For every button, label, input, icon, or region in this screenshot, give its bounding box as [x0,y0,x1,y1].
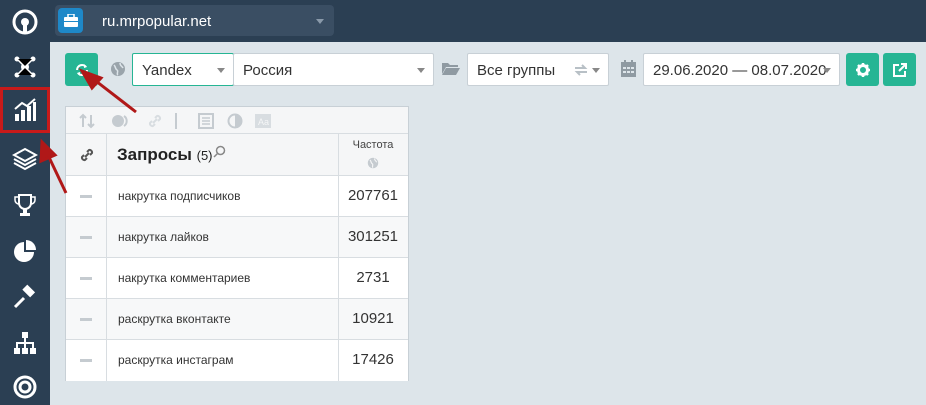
toolbar-divider [175,113,177,129]
chevron-down-icon [217,68,225,73]
calendar-icon [621,60,636,77]
chevron-down-icon [316,19,324,24]
query-text: накрутка лайков [118,230,209,244]
queries-count: (5) [196,148,213,163]
table-row: раскрутка инстаграм 17426 [66,340,408,381]
folder-icon [442,63,460,75]
link-icon[interactable] [147,113,163,129]
region-value: Россия [243,62,293,79]
minus-icon[interactable] [80,277,92,280]
query-text: раскрутка вконтакте [118,312,231,326]
row-link-cell [66,217,107,258]
network-icon[interactable] [0,44,50,90]
toggle-icon[interactable] [111,113,131,129]
project-selector[interactable]: ru.mrpopular.net [55,5,334,36]
queries-table: Aa Запросы (5) Частота накрутка подписчи… [65,106,409,381]
row-link-cell [66,258,107,299]
settings-button[interactable] [846,53,879,86]
row-link-cell [66,299,107,340]
minus-icon[interactable] [80,318,92,321]
chevron-down-icon [592,68,600,73]
swap-icon [574,64,588,76]
table-row: накрутка подписчиков 207761 [66,176,408,217]
table-toolbar: Aa [66,107,408,134]
layers-icon[interactable] [0,136,50,182]
export-button[interactable] [883,53,916,86]
frequency-value: 17426 [352,351,394,368]
table-body: накрутка подписчиков 207761 накрутка лай… [66,176,408,381]
frequency-label: Частота [352,139,394,151]
text-size-icon[interactable]: Aa [255,113,271,129]
refresh-icon [75,63,88,76]
sort-icon[interactable] [79,113,95,129]
pie-chart-icon[interactable] [0,228,50,274]
frequency-value: 301251 [347,228,399,245]
minus-icon[interactable] [80,195,92,198]
search-icon[interactable] [213,145,226,158]
link-column-header [66,134,107,176]
sitemap-icon[interactable] [0,320,50,366]
list-icon[interactable] [198,113,214,129]
briefcase-icon [58,8,83,33]
row-link-cell [66,176,107,217]
query-text: раскрутка инстаграм [118,353,234,367]
chevron-down-icon [417,68,425,73]
query-text: накрутка подписчиков [118,189,241,203]
frequency-value: 207761 [347,187,399,204]
trophy-icon[interactable] [0,182,50,228]
globe-icon [367,157,379,169]
sidebar [0,0,50,405]
gear-icon [855,62,870,77]
region-select[interactable]: Россия [233,53,434,86]
top-bar: ru.mrpopular.net [50,0,926,42]
export-icon [892,62,907,77]
refresh-button[interactable] [65,53,98,86]
minus-icon[interactable] [80,236,92,239]
minus-icon[interactable] [80,359,92,362]
globe-icon [111,62,125,76]
search-engine-value: Yandex [142,62,192,79]
logo-icon[interactable] [0,0,50,44]
gavel-icon[interactable] [0,274,50,320]
table-row: накрутка комментариев 2731 [66,258,408,299]
query-text: накрутка комментариев [118,271,251,285]
contrast-icon[interactable] [227,113,243,129]
support-icon[interactable] [0,364,50,405]
frequency-value: 2731 [356,269,390,286]
groups-select[interactable]: Все группы [467,53,609,86]
project-name: ru.mrpopular.net [102,13,212,30]
date-range-value: 29.06.2020 — 08.07.2020 [653,62,827,79]
queries-title-text: Запросы [117,145,192,164]
table-header: Запросы (5) Частота [66,134,408,176]
groups-value: Все группы [477,62,556,79]
table-row: накрутка лайков 301251 [66,217,408,258]
search-engine-select[interactable]: Yandex [132,53,234,86]
analytics-icon[interactable] [0,87,50,133]
link-icon[interactable] [79,147,95,163]
chevron-down-icon [823,68,831,73]
date-range-select[interactable]: 29.06.2020 — 08.07.2020 [643,53,840,86]
table-row: раскрутка вконтакте 10921 [66,299,408,340]
queries-title: Запросы (5) [117,145,213,165]
row-link-cell [66,340,107,381]
svg-text:Aa: Aa [258,117,269,127]
frequency-value: 10921 [352,310,394,327]
